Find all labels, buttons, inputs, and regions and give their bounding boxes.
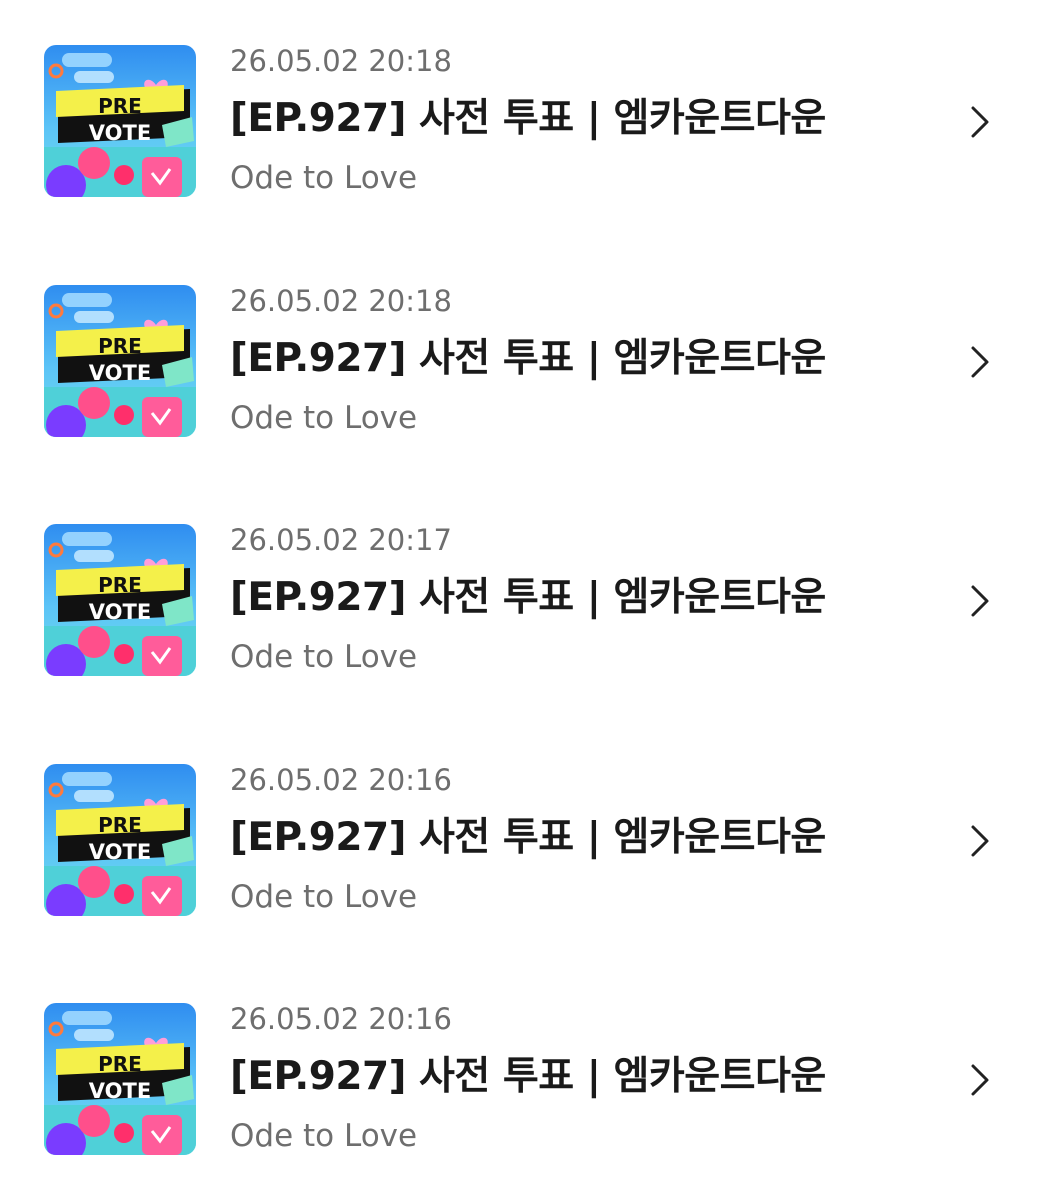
item-title: [EP.927] 사전 투표 | 엠카운트다운: [230, 336, 826, 381]
thumbnail-image: PRE VOTE: [44, 1003, 196, 1155]
svg-text:VOTE: VOTE: [89, 361, 151, 385]
svg-text:VOTE: VOTE: [89, 1079, 151, 1103]
item-subtitle: Ode to Love: [230, 639, 418, 675]
item-title: [EP.927] 사전 투표 | 엠카운트다운: [230, 815, 826, 860]
list-item[interactable]: PRE VOTE 26.05.02 20:17 [EP.927] 사전 투표 |…: [0, 479, 1061, 679]
thumbnail-image: PRE VOTE: [44, 285, 196, 437]
item-title: [EP.927] 사전 투표 | 엠카운트다운: [230, 96, 826, 141]
vote-history-list: PRE VOTE 26.05.02 20:18 [EP.927] 사전 투표 |…: [0, 0, 1061, 1200]
chevron-right-icon[interactable]: [964, 104, 994, 140]
item-title: [EP.927] 사전 투표 | 엠카운트다운: [230, 1054, 826, 1099]
timestamp: 26.05.02 20:18: [230, 44, 452, 78]
thumbnail-image: PRE VOTE: [44, 764, 196, 916]
svg-text:VOTE: VOTE: [89, 840, 151, 864]
list-item[interactable]: PRE VOTE 26.05.02 20:16 [EP.927] 사전 투표 |…: [0, 958, 1061, 1158]
timestamp: 26.05.02 20:18: [230, 284, 452, 318]
list-item[interactable]: PRE VOTE 26.05.02 20:18 [EP.927] 사전 투표 |…: [0, 0, 1061, 200]
thumbnail-image: PRE VOTE: [44, 524, 196, 676]
chevron-right-icon[interactable]: [964, 823, 994, 859]
item-subtitle: Ode to Love: [230, 160, 418, 196]
svg-text:PRE: PRE: [98, 94, 142, 118]
item-title: [EP.927] 사전 투표 | 엠카운트다운: [230, 575, 826, 620]
svg-text:PRE: PRE: [98, 573, 142, 597]
svg-text:PRE: PRE: [98, 1052, 142, 1076]
chevron-right-icon[interactable]: [964, 344, 994, 380]
item-subtitle: Ode to Love: [230, 1118, 418, 1154]
chevron-right-icon[interactable]: [964, 1062, 994, 1098]
item-subtitle: Ode to Love: [230, 400, 418, 436]
list-item[interactable]: PRE VOTE 26.05.02 20:16 [EP.927] 사전 투표 |…: [0, 719, 1061, 919]
list-item[interactable]: PRE VOTE 26.05.02 20:18 [EP.927] 사전 투표 |…: [0, 240, 1061, 440]
timestamp: 26.05.02 20:16: [230, 1002, 452, 1036]
svg-text:VOTE: VOTE: [89, 600, 151, 624]
thumbnail-image: PRE VOTE: [44, 45, 196, 197]
svg-text:PRE: PRE: [98, 334, 142, 358]
timestamp: 26.05.02 20:17: [230, 523, 452, 557]
svg-text:PRE: PRE: [98, 813, 142, 837]
svg-text:VOTE: VOTE: [89, 121, 151, 145]
chevron-right-icon[interactable]: [964, 583, 994, 619]
item-subtitle: Ode to Love: [230, 879, 418, 915]
timestamp: 26.05.02 20:16: [230, 763, 452, 797]
